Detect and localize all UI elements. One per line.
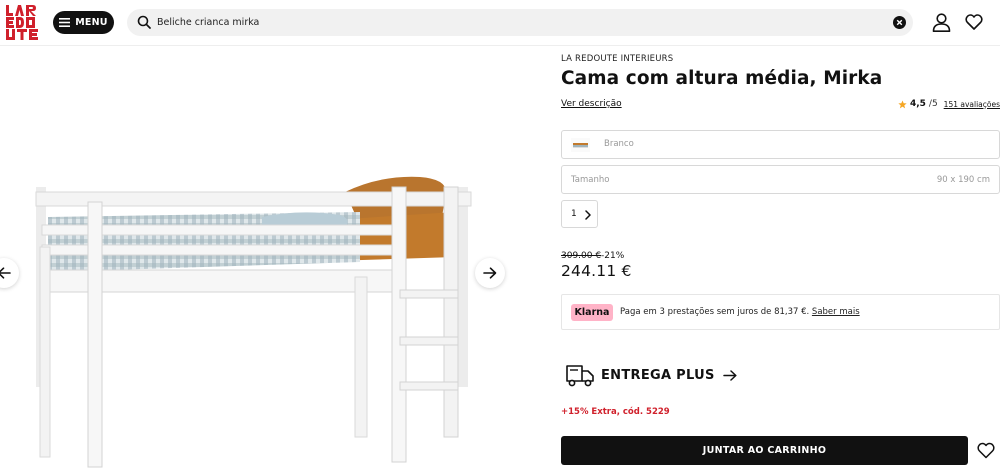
clear-icon[interactable]	[893, 16, 906, 29]
search-bar[interactable]	[127, 9, 913, 36]
product-rating[interactable]: 4,5 /5 151 avaliações	[898, 99, 1000, 109]
gallery-next-button[interactable]	[475, 258, 505, 288]
product-brand[interactable]: LA REDOUTE INTERIEURS	[561, 54, 673, 64]
arrow-left-icon	[0, 267, 11, 279]
klarna-banner: Klarna Paga em 3 prestações sem juros de…	[561, 294, 1000, 330]
klarna-learn-more-link[interactable]: Saber mais	[812, 307, 860, 317]
klarna-message: Paga em 3 prestações sem juros de 81,37 …	[620, 307, 812, 317]
quantity-value: 1	[571, 209, 577, 219]
color-selector[interactable]: Branco	[561, 130, 1000, 159]
site-header: MENU	[0, 0, 1000, 46]
heart-icon[interactable]	[965, 13, 983, 31]
rating-score: 4,5	[909, 99, 926, 109]
delivery-plus-link[interactable]: ENTREGA PLUS	[565, 362, 737, 388]
see-description-link[interactable]: Ver descrição	[561, 99, 622, 109]
menu-label: MENU	[75, 17, 108, 28]
klarna-text: Paga em 3 prestações sem juros de 81,37 …	[620, 307, 860, 317]
current-price: 244.11 €	[561, 262, 632, 280]
user-icon[interactable]	[932, 13, 951, 32]
delivery-label: ENTREGA PLUS	[601, 367, 715, 383]
old-price: 309.00 €	[561, 251, 602, 261]
color-swatch	[571, 138, 590, 152]
hamburger-icon	[59, 18, 71, 27]
rating-out-of: /5	[928, 99, 938, 109]
star-icon	[898, 99, 907, 108]
truck-icon	[566, 365, 594, 387]
size-label: Tamanho	[571, 175, 610, 185]
arrow-right-icon	[722, 369, 737, 381]
size-value: 90 x 190 cm	[936, 175, 990, 185]
add-to-cart-button[interactable]: JUNTAR AO CARRINHO	[561, 436, 968, 465]
discount-badge: -21%	[601, 251, 625, 261]
chevron-right-icon	[585, 210, 591, 220]
heart-icon[interactable]	[977, 442, 995, 459]
promo-code: +15% Extra, cód. 5229	[561, 407, 670, 417]
product-title: Cama com altura média, Mirka	[561, 68, 883, 89]
color-label: Branco	[604, 139, 634, 149]
reviews-link[interactable]: 151 avaliações	[944, 100, 1000, 109]
search-icon[interactable]	[137, 15, 151, 29]
size-selector[interactable]: Tamanho 90 x 190 cm	[561, 165, 1000, 194]
menu-button[interactable]: MENU	[53, 11, 114, 34]
product-image-bed	[35, 176, 472, 468]
klarna-logo: Klarna	[571, 304, 613, 321]
quantity-selector[interactable]: 1	[561, 200, 598, 228]
la-redoute-logo[interactable]	[6, 5, 40, 40]
arrow-right-icon	[483, 267, 497, 279]
product-gallery	[0, 47, 545, 474]
search-input[interactable]	[157, 13, 857, 32]
